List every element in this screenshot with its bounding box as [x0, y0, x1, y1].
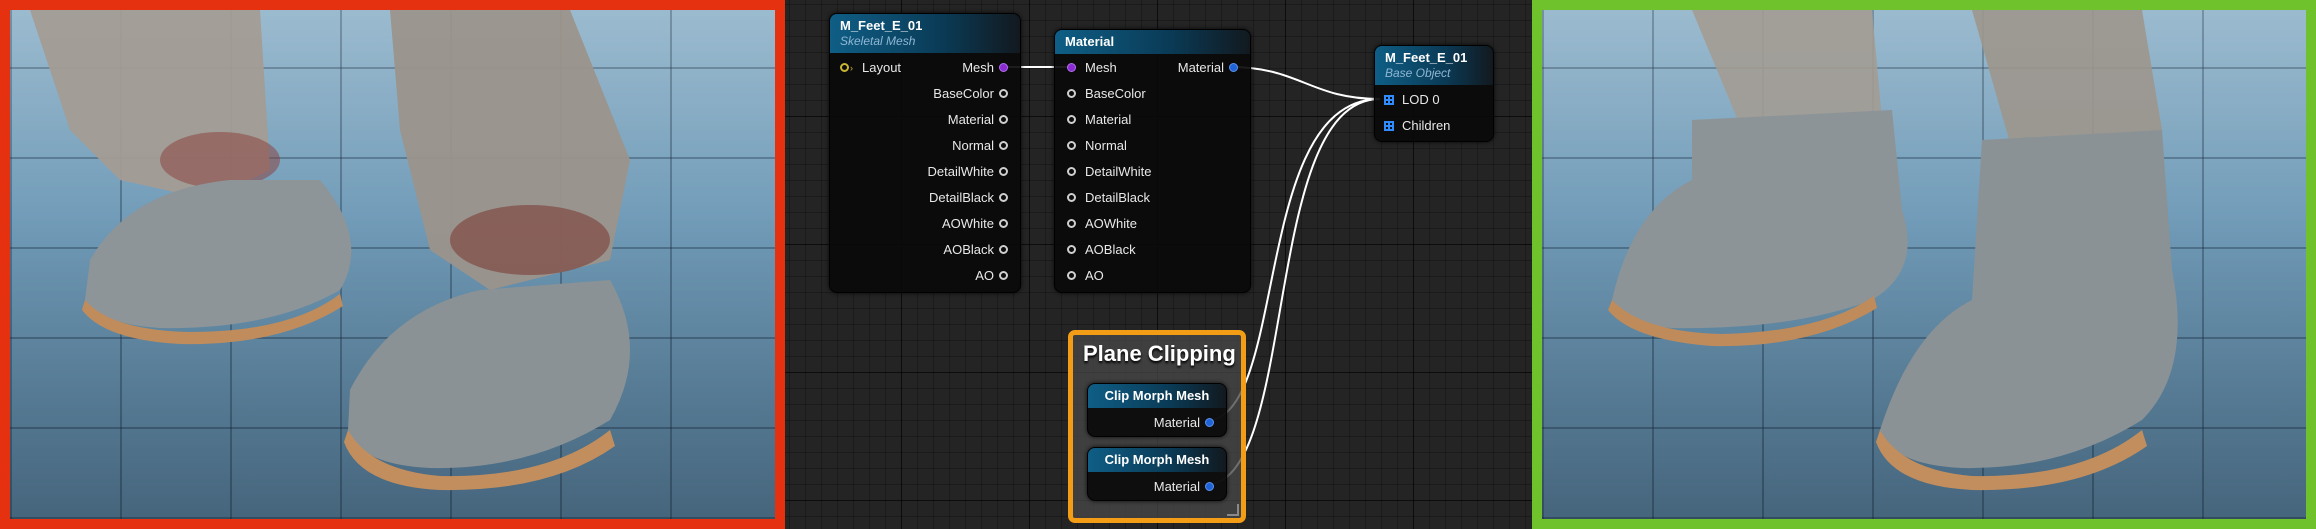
pin-circle-icon[interactable]: [1229, 63, 1238, 72]
comment-title: Plane Clipping: [1083, 341, 1236, 366]
viewport-after[interactable]: [1532, 0, 2316, 529]
material-node[interactable]: Material Mesh Material BaseColor Materia…: [1054, 29, 1251, 293]
pin-material-output[interactable]: Material: [1154, 414, 1214, 432]
pin-circle-icon[interactable]: [840, 63, 849, 72]
pin-circle-icon[interactable]: [1067, 219, 1076, 228]
pin-detailwhite-input[interactable]: DetailWhite: [1067, 163, 1151, 181]
viewport-scene: [10, 10, 775, 519]
base-object-node-title: M_Feet_E_01: [1385, 50, 1468, 65]
pin-circle-icon[interactable]: [999, 63, 1008, 72]
base-object-node-header[interactable]: M_Feet_E_01 Base Object: [1375, 46, 1493, 85]
pin-circle-icon[interactable]: [1067, 89, 1076, 98]
pin-circle-icon[interactable]: [1067, 115, 1076, 124]
viewport-scene: [1542, 10, 2306, 519]
pin-mesh-output[interactable]: Mesh: [962, 59, 1008, 77]
clip-morph-mesh-node-2[interactable]: Clip Morph Mesh Material: [1087, 447, 1227, 501]
pin-circle-icon[interactable]: [999, 141, 1008, 150]
pin-circle-icon[interactable]: [1067, 167, 1076, 176]
pin-aoblack-output[interactable]: AOBlack: [943, 241, 1008, 259]
pin-grid-icon[interactable]: [1384, 95, 1394, 105]
pin-circle-icon[interactable]: [1205, 418, 1214, 427]
clip-morph-mesh-node-header[interactable]: Clip Morph Mesh: [1088, 448, 1226, 472]
pin-detailwhite-output[interactable]: DetailWhite: [928, 163, 1008, 181]
pin-circle-icon[interactable]: [1067, 271, 1076, 280]
clip-morph-mesh-node-1[interactable]: Clip Morph Mesh Material: [1087, 383, 1227, 437]
pin-circle-icon[interactable]: [999, 167, 1008, 176]
base-object-node-subtitle: Base Object: [1385, 66, 1451, 80]
resize-handle-icon[interactable]: [1227, 504, 1239, 516]
pin-grid-icon[interactable]: [1384, 121, 1394, 131]
pin-circle-icon[interactable]: [999, 115, 1008, 124]
pin-layout-input[interactable]: › Layout: [840, 59, 901, 77]
pin-mesh-input[interactable]: Mesh: [1067, 59, 1117, 77]
pin-aowhite-input[interactable]: AOWhite: [1067, 215, 1137, 233]
pin-material-input[interactable]: Material: [1067, 111, 1131, 129]
pin-circle-icon[interactable]: [999, 219, 1008, 228]
skeletal-mesh-node-header[interactable]: M_Feet_E_01 Skeletal Mesh: [830, 14, 1020, 53]
boots-scene-image: [30, 10, 630, 491]
pin-material-output[interactable]: Material: [1178, 59, 1238, 77]
pin-basecolor-output[interactable]: BaseColor: [933, 85, 1008, 103]
pin-circle-icon[interactable]: [1067, 63, 1076, 72]
pin-material-output[interactable]: Material: [1154, 478, 1214, 496]
skeletal-mesh-node-title: M_Feet_E_01: [840, 18, 923, 33]
material-node-header[interactable]: Material: [1055, 30, 1250, 54]
pin-circle-icon[interactable]: [999, 245, 1008, 254]
pin-normal-output[interactable]: Normal: [952, 137, 1008, 155]
pin-aoblack-input[interactable]: AOBlack: [1067, 241, 1136, 259]
boots-scene-image: [1608, 10, 2178, 491]
pin-lod0-input[interactable]: LOD 0: [1384, 91, 1440, 109]
pin-circle-icon[interactable]: [999, 89, 1008, 98]
clip-morph-mesh-node-header[interactable]: Clip Morph Mesh: [1088, 384, 1226, 408]
pin-circle-icon[interactable]: [999, 271, 1008, 280]
pin-circle-icon[interactable]: [999, 193, 1008, 202]
pin-material-output[interactable]: Material: [948, 111, 1008, 129]
skeletal-mesh-node-subtitle: Skeletal Mesh: [840, 34, 916, 48]
pin-detailblack-input[interactable]: DetailBlack: [1067, 189, 1150, 207]
pin-basecolor-input[interactable]: BaseColor: [1067, 85, 1146, 103]
pin-circle-icon[interactable]: [1067, 245, 1076, 254]
pin-detailblack-output[interactable]: DetailBlack: [929, 189, 1008, 207]
pin-normal-input[interactable]: Normal: [1067, 137, 1127, 155]
pin-ao-input[interactable]: AO: [1067, 267, 1104, 285]
pin-circle-icon[interactable]: [1205, 482, 1214, 491]
pin-children-input[interactable]: Children: [1384, 117, 1450, 135]
pin-ao-output[interactable]: AO: [975, 267, 1008, 285]
skeletal-mesh-node[interactable]: M_Feet_E_01 Skeletal Mesh › Layout Mesh …: [829, 13, 1021, 293]
base-object-node[interactable]: M_Feet_E_01 Base Object LOD 0 Children: [1374, 45, 1494, 142]
material-node-title: Material: [1065, 34, 1115, 49]
viewport-before[interactable]: [0, 0, 785, 529]
pin-aowhite-output[interactable]: AOWhite: [942, 215, 1008, 233]
pin-circle-icon[interactable]: [1067, 193, 1076, 202]
pin-circle-icon[interactable]: [1067, 141, 1076, 150]
